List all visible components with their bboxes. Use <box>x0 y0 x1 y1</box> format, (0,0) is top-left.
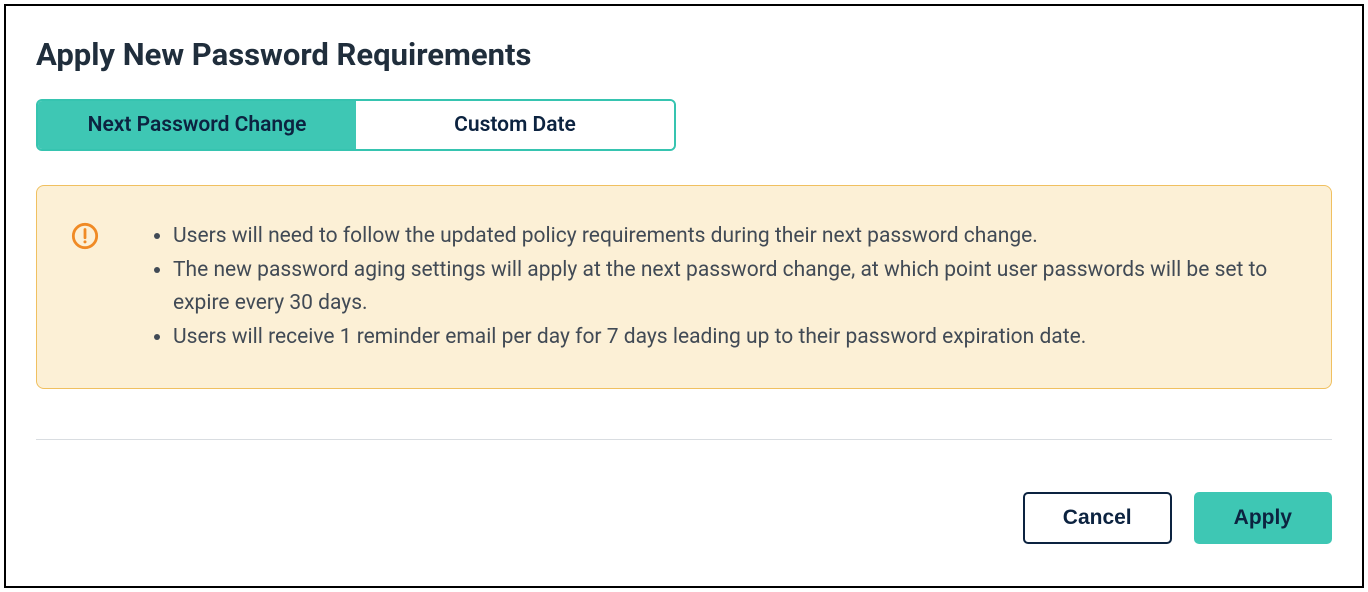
apply-timing-tabs: Next Password Change Custom Date <box>36 99 676 151</box>
alert-item: Users will need to follow the updated po… <box>173 220 1295 254</box>
tab-custom-date[interactable]: Custom Date <box>356 101 674 149</box>
apply-password-requirements-modal: Apply New Password Requirements Next Pas… <box>4 4 1364 588</box>
warning-icon <box>71 222 99 250</box>
alert-content: Users will need to follow the updated po… <box>149 220 1295 354</box>
modal-title: Apply New Password Requirements <box>36 36 1332 73</box>
cancel-button[interactable]: Cancel <box>1023 492 1172 544</box>
alert-item: The new password aging settings will app… <box>173 254 1295 321</box>
alert-item: Users will receive 1 reminder email per … <box>173 321 1295 355</box>
apply-button[interactable]: Apply <box>1194 492 1332 544</box>
footer-divider <box>36 439 1332 440</box>
policy-info-alert: Users will need to follow the updated po… <box>36 185 1332 389</box>
modal-footer: Cancel Apply <box>36 492 1332 544</box>
tab-next-password-change[interactable]: Next Password Change <box>38 101 356 149</box>
